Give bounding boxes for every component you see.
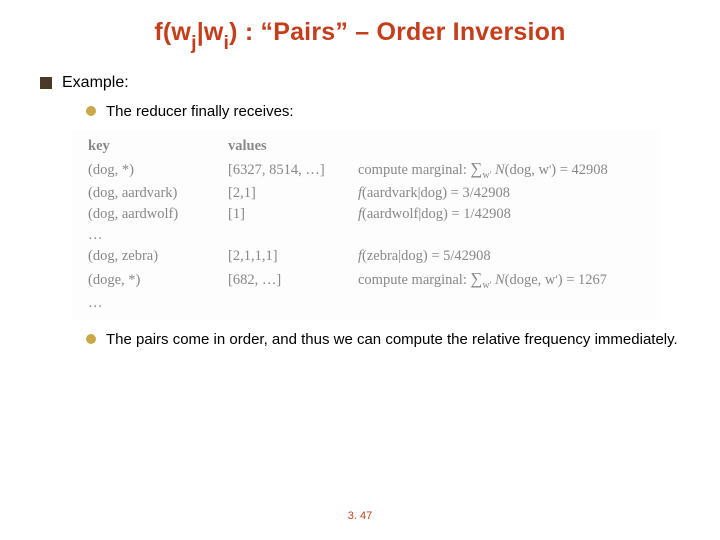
table-row: (dog, aardvark) [2,1] f(aardvark|dog) = … [82,183,650,204]
cell-comp: f(aardvark|dog) = 3/42908 [352,183,650,204]
page-number: 3. 47 [0,510,720,522]
bullet-sub1: The reducer finally receives: [86,102,690,122]
cell-key: (dog, *) [82,157,222,183]
bullet-example: Example: [40,74,690,92]
round-bullet-icon [86,106,96,116]
cell-values: [682, …] [222,267,352,293]
cell-values: [2,1] [222,183,352,204]
round-bullet-icon [86,334,96,344]
title-part-fw: f(w [154,18,191,46]
reducer-table: key values (dog, *) [6327, 8514, …] comp… [72,130,660,320]
title-part-rest: ) : “Pairs” – Order Inversion [229,18,565,46]
cell-key: (dog, aardvark) [82,183,222,204]
cell-values: [1] [222,204,352,225]
cell-comp: f(zebra|dog) = 5/42908 [352,246,650,267]
table-row: (doge, *) [682, …] compute marginal: ∑w'… [82,267,650,293]
cell-key: … [82,225,222,246]
cell-key: (doge, *) [82,267,222,293]
table-row: (dog, zebra) [2,1,1,1] f(zebra|dog) = 5/… [82,246,650,267]
table-header-values: values [222,136,352,157]
cell-comp: compute marginal: ∑w' N(dog, w') = 42908 [352,157,650,183]
table-row: … [82,293,650,314]
bullet-sub2: The pairs come in order, and thus we can… [86,330,690,350]
cell-values: [2,1,1,1] [222,246,352,267]
example-label: Example: [62,74,129,92]
cell-comp: compute marginal: ∑w' N(doge, w') = 1267 [352,267,650,293]
table-row: … [82,225,650,246]
slide-title: f(wj|wi) : “Pairs” – Order Inversion [30,18,690,52]
table-header-key: key [82,136,222,157]
sub1-text: The reducer finally receives: [106,102,294,122]
square-bullet-icon [40,77,52,89]
title-part-barw: |w [197,18,224,46]
cell-comp: f(aardwolf|dog) = 1/42908 [352,204,650,225]
sub2-text: The pairs come in order, and thus we can… [106,330,678,350]
table-row: (dog, *) [6327, 8514, …] compute margina… [82,157,650,183]
cell-key: (dog, zebra) [82,246,222,267]
cell-values: [6327, 8514, …] [222,157,352,183]
title-sub-i: i [224,32,230,54]
cell-key: … [82,293,222,314]
table-row: (dog, aardwolf) [1] f(aardwolf|dog) = 1/… [82,204,650,225]
cell-key: (dog, aardwolf) [82,204,222,225]
title-sub-j: j [191,32,197,54]
